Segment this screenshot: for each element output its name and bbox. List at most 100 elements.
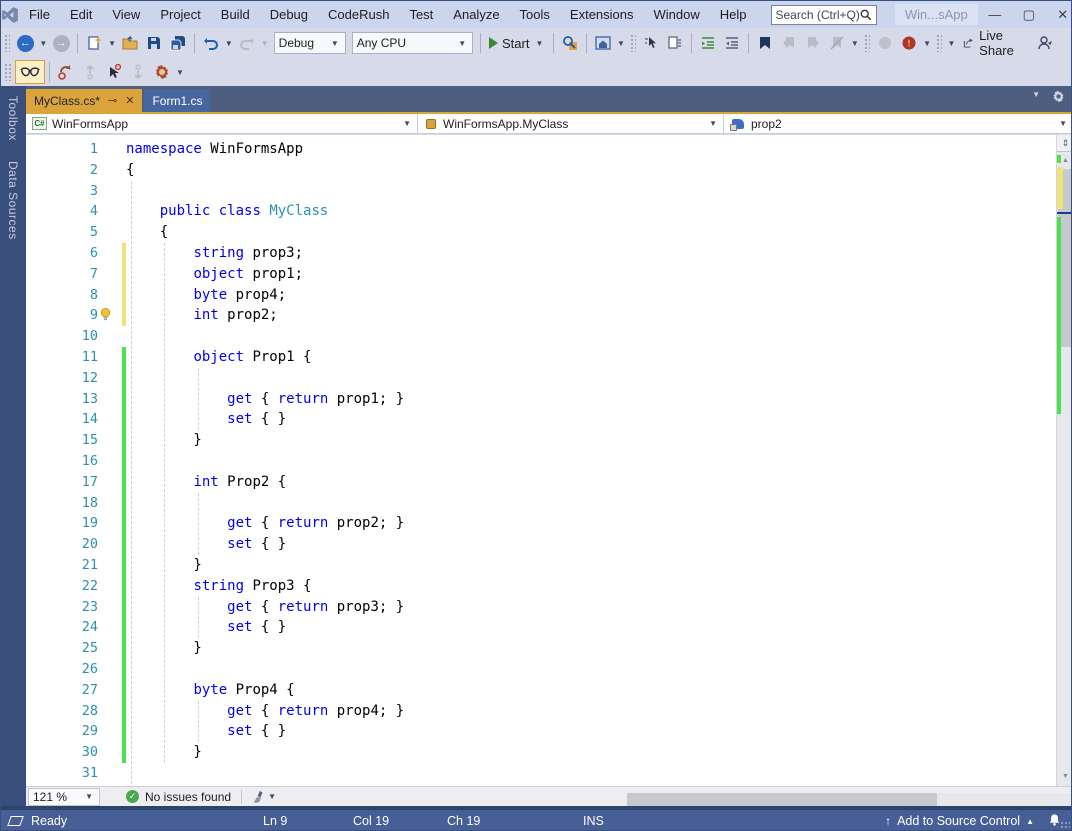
menu-item-test[interactable]: Test [399, 1, 443, 28]
menu-item-build[interactable]: Build [211, 1, 260, 28]
zoom-level-combo[interactable]: 121 % ▼ [28, 787, 100, 806]
error-dropdown[interactable]: ▼ [921, 39, 933, 48]
close-tab-icon[interactable]: ✕ [125, 94, 134, 107]
code-line[interactable]: { [126, 160, 1056, 181]
redo-dropdown[interactable]: ▼ [259, 39, 271, 48]
menu-item-file[interactable]: File [19, 1, 60, 28]
scroll-down-arrow[interactable]: ▼ [1057, 769, 1071, 784]
code-line[interactable]: byte Prop4 { [126, 680, 1056, 701]
document-health-indicator[interactable]: ✓ No issues found [126, 790, 231, 804]
member-dropdown[interactable]: prop2 ▼ [724, 114, 1071, 133]
code-line[interactable]: object Prop1 { [126, 347, 1056, 368]
window-resize-grip[interactable] [1060, 821, 1070, 830]
decrease-indent-button[interactable] [696, 31, 720, 55]
code-line[interactable]: set { } [126, 409, 1056, 430]
close-button[interactable]: ✕ [1046, 1, 1071, 28]
code-line[interactable]: } [126, 430, 1056, 451]
tab-options-gear-icon[interactable] [1052, 90, 1065, 106]
status-insert-mode[interactable]: INS [583, 810, 604, 830]
live-share-button[interactable]: Live Share [957, 26, 1027, 60]
code-line[interactable]: get { return prop2; } [126, 513, 1056, 534]
tab-list-dropdown[interactable]: ▼ [1030, 90, 1042, 106]
horizontal-scrollbar-thumb[interactable] [626, 792, 937, 807]
maximize-button[interactable]: ▢ [1012, 1, 1046, 28]
navigate-back-dropdown[interactable]: ▼ [37, 39, 49, 48]
code-line[interactable]: set { } [126, 617, 1056, 638]
add-to-source-control-button[interactable]: ↑ Add to Source Control ▲ [885, 814, 1034, 828]
editor-split-handle-icon[interactable]: ⇕ [1057, 135, 1071, 152]
document-tab-form1-cs[interactable]: Form1.cs [144, 89, 211, 112]
code-line[interactable]: string Prop3 { [126, 576, 1056, 597]
coderush-settings-button[interactable] [150, 60, 174, 84]
type-dropdown[interactable]: WinFormsApp.MyClass ▼ [418, 114, 724, 133]
toolbar-grip[interactable] [629, 34, 637, 52]
code-line[interactable] [126, 763, 1056, 784]
coderush-toolbar-dropdown[interactable]: ▼ [174, 68, 186, 77]
start-debugging-button[interactable]: Start ▼ [485, 36, 549, 51]
navigate-to-cursor-button[interactable] [639, 31, 663, 55]
code-line[interactable]: set { } [126, 534, 1056, 555]
code-line[interactable] [126, 368, 1056, 389]
minimize-button[interactable]: — [978, 1, 1012, 28]
code-line[interactable]: string prop3; [126, 243, 1056, 264]
menu-item-analyze[interactable]: Analyze [443, 1, 509, 28]
coderush-jump-to-button[interactable] [102, 60, 126, 84]
horizontal-scrollbar[interactable] [626, 792, 1071, 807]
code-line[interactable]: get { return prop3; } [126, 597, 1056, 618]
code-line[interactable]: get { return prop4; } [126, 701, 1056, 722]
save-button[interactable] [142, 31, 166, 55]
clear-bookmarks-button[interactable] [825, 31, 849, 55]
code-line[interactable]: { [126, 222, 1056, 243]
toolbar-grip[interactable] [936, 34, 943, 52]
feedback-button[interactable] [1033, 31, 1057, 55]
find-in-files-button[interactable] [558, 31, 582, 55]
toolbar-options-dropdown[interactable]: ▼ [945, 39, 957, 48]
code-line[interactable]: int Prop2 { [126, 472, 1056, 493]
menu-item-extensions[interactable]: Extensions [560, 1, 644, 28]
code-line[interactable]: public class MyClass [126, 201, 1056, 222]
toggle-breakpoint-button[interactable] [873, 31, 897, 55]
code-line[interactable] [126, 326, 1056, 347]
toggle-bookmark-button[interactable] [753, 31, 777, 55]
solution-configuration-combo[interactable]: Debug ▼ [273, 32, 346, 54]
menu-item-tools[interactable]: Tools [510, 1, 560, 28]
code-line[interactable]: } [126, 742, 1056, 763]
menu-item-coderush[interactable]: CodeRush [318, 1, 399, 28]
open-file-button[interactable] [118, 31, 142, 55]
coderush-move-up-button[interactable] [78, 60, 102, 84]
menu-item-debug[interactable]: Debug [260, 1, 318, 28]
sidebar-tab-data-sources[interactable]: Data Sources [6, 151, 20, 250]
copy-lines-button[interactable] [663, 31, 687, 55]
increase-indent-button[interactable] [720, 31, 744, 55]
menu-item-view[interactable]: View [102, 1, 150, 28]
code-line[interactable] [126, 451, 1056, 472]
coderush-refresh-button[interactable] [54, 60, 78, 84]
code-line[interactable] [126, 493, 1056, 514]
code-editor[interactable]: 1 2 3 4 5 6 7 8 9 10 11 12 13 14 15 16 17 18 19 20 21 22 23 24 2… [26, 135, 1071, 786]
new-project-button[interactable] [82, 31, 106, 55]
code-line[interactable]: byte prop4; [126, 285, 1056, 306]
solution-explorer-home-button[interactable] [591, 31, 615, 55]
toolbar-grip[interactable] [4, 34, 11, 52]
code-text-area[interactable]: namespace WinFormsApp{ public class MyCl… [126, 139, 1056, 786]
vertical-scrollbar[interactable]: ⇕ ▲ ▼ [1056, 135, 1071, 786]
next-bookmark-button[interactable] [801, 31, 825, 55]
code-cleanup-dropdown[interactable]: ▼ [266, 792, 278, 801]
bookmark-dropdown[interactable]: ▼ [849, 39, 861, 48]
search-input[interactable]: Search (Ctrl+Q) [770, 4, 877, 25]
code-line[interactable] [126, 659, 1056, 680]
project-dropdown[interactable]: C# WinFormsApp ▼ [26, 114, 418, 133]
navigate-back-button[interactable]: ← [13, 31, 37, 55]
pin-tab-icon[interactable]: ⊸ [108, 94, 117, 107]
menu-item-window[interactable]: Window [644, 1, 710, 28]
code-line[interactable]: object prop1; [126, 264, 1056, 285]
undo-button[interactable] [199, 31, 223, 55]
code-cleanup-broom-icon[interactable] [252, 790, 266, 804]
quick-actions-lightbulb-icon[interactable] [98, 307, 113, 322]
code-line[interactable]: } [126, 638, 1056, 659]
toolbar-grip[interactable] [4, 63, 12, 81]
coderush-visualize-button[interactable] [15, 60, 45, 84]
previous-bookmark-button[interactable] [777, 31, 801, 55]
solution-platform-combo[interactable]: Any CPU ▼ [351, 32, 474, 54]
code-line[interactable]: namespace WinFormsApp [126, 139, 1056, 160]
